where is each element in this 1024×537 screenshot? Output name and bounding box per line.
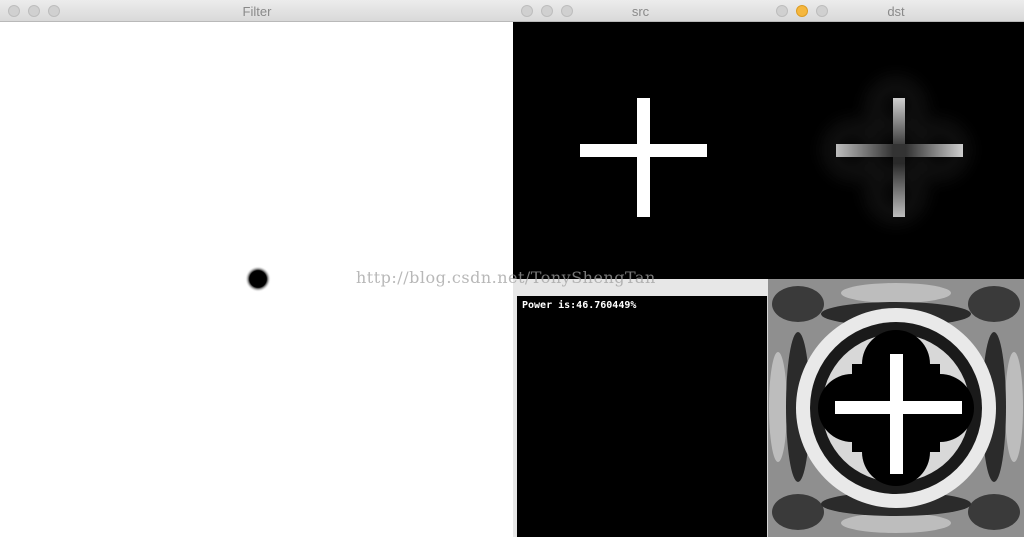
filter-window: Filter [0, 0, 514, 537]
src-image-canvas [580, 98, 707, 217]
src-titlebar[interactable]: src [513, 0, 768, 22]
dst-window-title: dst [887, 4, 905, 19]
src-window: src [513, 0, 768, 279]
dst-window: dst [768, 0, 1024, 279]
filter-dark-spot [245, 266, 271, 292]
dst-cross-vertical [893, 98, 905, 217]
src-cross-vertical [637, 98, 650, 217]
filter-image [0, 22, 514, 537]
filter-window-title: Filter [242, 4, 272, 19]
power-readout: Power is:46.760449% [522, 300, 637, 311]
spectrum-window [768, 279, 1024, 537]
window-gap-horizontal [513, 279, 768, 296]
console-output: Power is:46.760449% [517, 296, 767, 537]
filter-image-canvas [245, 266, 271, 292]
spectrum-image-canvas [768, 279, 1024, 537]
dst-image-canvas [828, 82, 964, 218]
console-left-edge [513, 296, 517, 537]
src-image [513, 22, 768, 279]
filter-titlebar[interactable]: Filter [0, 0, 514, 22]
src-cross-horizontal [580, 144, 707, 157]
dst-titlebar[interactable]: dst [768, 0, 1024, 22]
spectrum-cross-horizontal [835, 401, 962, 414]
src-window-title: src [631, 4, 650, 19]
dst-image [768, 22, 1024, 279]
dst-cross-horizontal [836, 144, 963, 157]
